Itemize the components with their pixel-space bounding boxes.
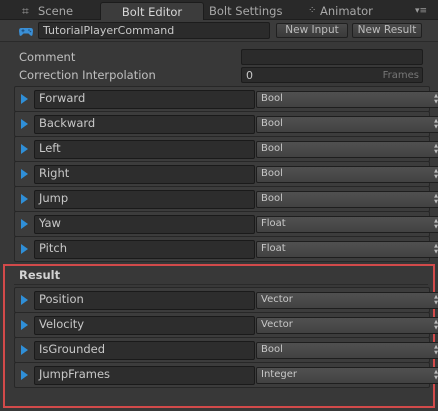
tab-label: Bolt Editor	[121, 5, 183, 19]
type-value: Bool	[261, 143, 283, 154]
tab-bolt-editor[interactable]: Bolt Editor	[100, 2, 204, 21]
input-row-right: Right Bool ▲ ▼	[14, 161, 438, 187]
input-row-left: Left Bool ▲ ▼	[14, 136, 438, 162]
grid-icon: ⌗	[22, 4, 29, 18]
new-input-button[interactable]: New Input	[276, 23, 348, 38]
updown-arrow-icon: ▲ ▼	[434, 243, 438, 255]
property-name-field[interactable]: Backward	[34, 115, 255, 134]
expand-arrow-icon[interactable]	[21, 219, 28, 229]
property-name-field[interactable]: Position	[34, 291, 255, 310]
type-value: Bool	[261, 168, 283, 179]
correction-value: 0	[246, 69, 253, 82]
updown-arrow-icon: ▲ ▼	[434, 294, 438, 306]
updown-arrow-icon: ▲ ▼	[434, 218, 438, 230]
editor-tab-bar: ⌗ Scene Bolt Editor Bolt Settings ⁘ Anim…	[0, 0, 438, 21]
result-row-jumpframes: JumpFrames Integer ▲ ▼	[14, 362, 438, 388]
expand-arrow-icon[interactable]	[21, 295, 28, 305]
result-row-velocity: Velocity Vector ▲ ▼	[14, 312, 438, 338]
result-section-title: Result	[19, 268, 61, 282]
property-type-dropdown[interactable]: Float ▲ ▼	[256, 216, 438, 233]
correction-interpolation-field[interactable]: 0 Frames	[241, 67, 423, 83]
property-type-dropdown[interactable]: Bool ▲ ▼	[256, 342, 438, 359]
property-type-dropdown[interactable]: Bool ▲ ▼	[256, 166, 438, 183]
input-row-backward: Backward Bool ▲ ▼	[14, 111, 438, 137]
input-row-jump: Jump Bool ▲ ▼	[14, 186, 438, 212]
result-divider	[14, 284, 428, 285]
property-name-field[interactable]: IsGrounded	[34, 341, 255, 360]
property-type-dropdown[interactable]: Float ▲ ▼	[256, 241, 438, 258]
property-name-field[interactable]: Right	[34, 165, 255, 184]
expand-arrow-icon[interactable]	[21, 144, 28, 154]
property-type-dropdown[interactable]: Bool ▲ ▼	[256, 141, 438, 158]
tab-scene[interactable]: ⌗ Scene	[20, 2, 90, 20]
tab-animator[interactable]: ⁘ Animator	[306, 2, 396, 20]
expand-arrow-icon[interactable]	[21, 169, 28, 179]
tab-label: Scene	[38, 4, 74, 18]
property-name-field[interactable]: Yaw	[34, 215, 255, 234]
tab-label: Animator	[320, 4, 373, 18]
updown-arrow-icon: ▲ ▼	[434, 369, 438, 381]
expand-arrow-icon[interactable]	[21, 119, 28, 129]
gamepad-icon	[18, 23, 34, 39]
type-value: Integer	[261, 369, 297, 380]
type-value: Bool	[261, 118, 283, 129]
updown-arrow-icon: ▲ ▼	[434, 344, 438, 356]
command-header: TutorialPlayerCommand New Input New Resu…	[0, 20, 438, 42]
type-value: Float	[261, 218, 286, 229]
expand-arrow-icon[interactable]	[21, 194, 28, 204]
property-name-field[interactable]: JumpFrames	[34, 366, 255, 385]
property-name-field[interactable]: Jump	[34, 190, 255, 209]
correction-interpolation-label: Correction Interpolation	[19, 68, 156, 82]
expand-arrow-icon[interactable]	[21, 244, 28, 254]
updown-arrow-icon: ▲ ▼	[434, 168, 438, 180]
updown-arrow-icon: ▲ ▼	[434, 93, 438, 105]
result-row-position: Position Vector ▲ ▼	[14, 287, 438, 313]
property-type-dropdown[interactable]: Bool ▲ ▼	[256, 116, 438, 133]
tab-label: Bolt Settings	[209, 4, 283, 18]
comment-field[interactable]	[241, 49, 423, 65]
result-row-isgrounded: IsGrounded Bool ▲ ▼	[14, 337, 438, 363]
new-result-button[interactable]: New Result	[352, 23, 422, 38]
expand-arrow-icon[interactable]	[21, 320, 28, 330]
type-value: Bool	[261, 193, 283, 204]
type-value: Vector	[261, 294, 293, 305]
property-type-dropdown[interactable]: Bool ▲ ▼	[256, 91, 438, 108]
expand-arrow-icon[interactable]	[21, 370, 28, 380]
input-row-forward: Forward Bool ▲ ▼	[14, 86, 438, 112]
expand-arrow-icon[interactable]	[21, 94, 28, 104]
tab-menu-icon[interactable]: ▾≡	[415, 5, 429, 17]
comment-label: Comment	[19, 50, 76, 64]
input-row-yaw: Yaw Float ▲ ▼	[14, 211, 438, 237]
property-type-dropdown[interactable]: Bool ▲ ▼	[256, 191, 438, 208]
property-name-field[interactable]: Forward	[34, 90, 255, 109]
updown-arrow-icon: ▲ ▼	[434, 193, 438, 205]
command-name-field[interactable]: TutorialPlayerCommand	[38, 22, 270, 39]
type-value: Float	[261, 243, 286, 254]
property-type-dropdown[interactable]: Integer ▲ ▼	[256, 367, 438, 384]
type-value: Vector	[261, 319, 293, 330]
property-type-dropdown[interactable]: Vector ▲ ▼	[256, 317, 438, 334]
property-name-field[interactable]: Left	[34, 140, 255, 159]
updown-arrow-icon: ▲ ▼	[434, 143, 438, 155]
type-value: Bool	[261, 93, 283, 104]
frames-unit: Frames	[382, 70, 419, 81]
type-value: Bool	[261, 344, 283, 355]
animator-icon: ⁘	[308, 5, 317, 16]
property-name-field[interactable]: Velocity	[34, 316, 255, 335]
property-name-field[interactable]: Pitch	[34, 240, 255, 259]
updown-arrow-icon: ▲ ▼	[434, 319, 438, 331]
input-row-pitch: Pitch Float ▲ ▼	[14, 236, 438, 262]
property-type-dropdown[interactable]: Vector ▲ ▼	[256, 292, 438, 309]
updown-arrow-icon: ▲ ▼	[434, 118, 438, 130]
tab-bolt-settings[interactable]: Bolt Settings	[206, 2, 296, 20]
expand-arrow-icon[interactable]	[21, 345, 28, 355]
